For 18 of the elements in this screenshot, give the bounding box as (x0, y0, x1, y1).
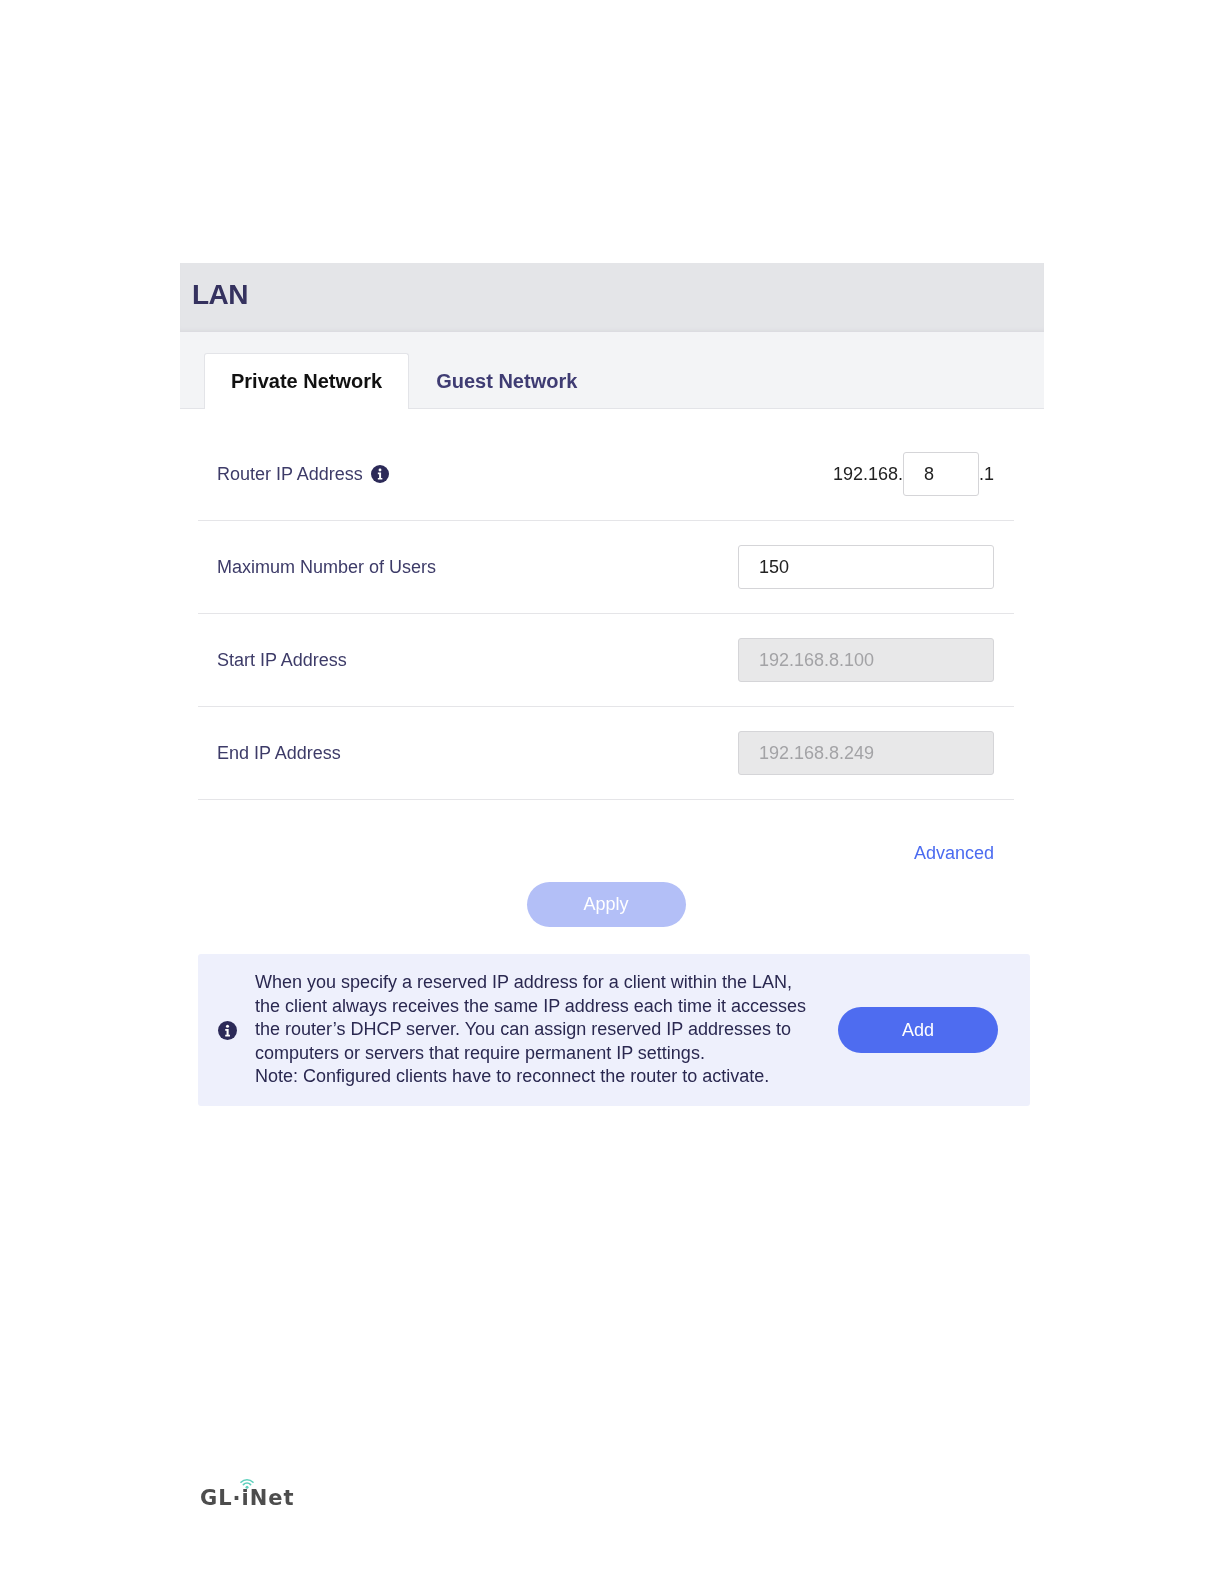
notice-text: When you specify a reserved IP address for a client within the LAN, the client always receives the same IP address each time it accesses the router’s DHCP server. You can assign reserved IP addresses to computers or servers that require permanent IP settings. (255, 971, 807, 1065)
tab[interactable]: Guest Network (409, 353, 605, 409)
info-icon (218, 1020, 237, 1040)
note-text: Note: Configured clients have to reconnect the router to activate. (255, 1065, 771, 1089)
input-field[interactable]: 150 (738, 545, 994, 589)
ip-prefix: 192.168. (832, 463, 903, 485)
field-label: Router IP Address (217, 463, 363, 485)
field-label: Maximum Number of Users (217, 556, 437, 578)
wifi-icon (240, 1478, 254, 1489)
ip-suffix: .1 (979, 463, 994, 485)
field-label: End IP Address (217, 742, 341, 764)
brand-logo: GL·iNet (200, 1486, 295, 1510)
page-title: LAN (192, 278, 249, 311)
add-button[interactable]: Add (838, 1007, 998, 1053)
octet-input-field[interactable]: 8 (903, 452, 979, 496)
tab[interactable]: Private Network (204, 353, 410, 409)
advanced-link[interactable]: Advanced (913, 843, 994, 864)
field-label: Start IP Address (217, 649, 347, 671)
